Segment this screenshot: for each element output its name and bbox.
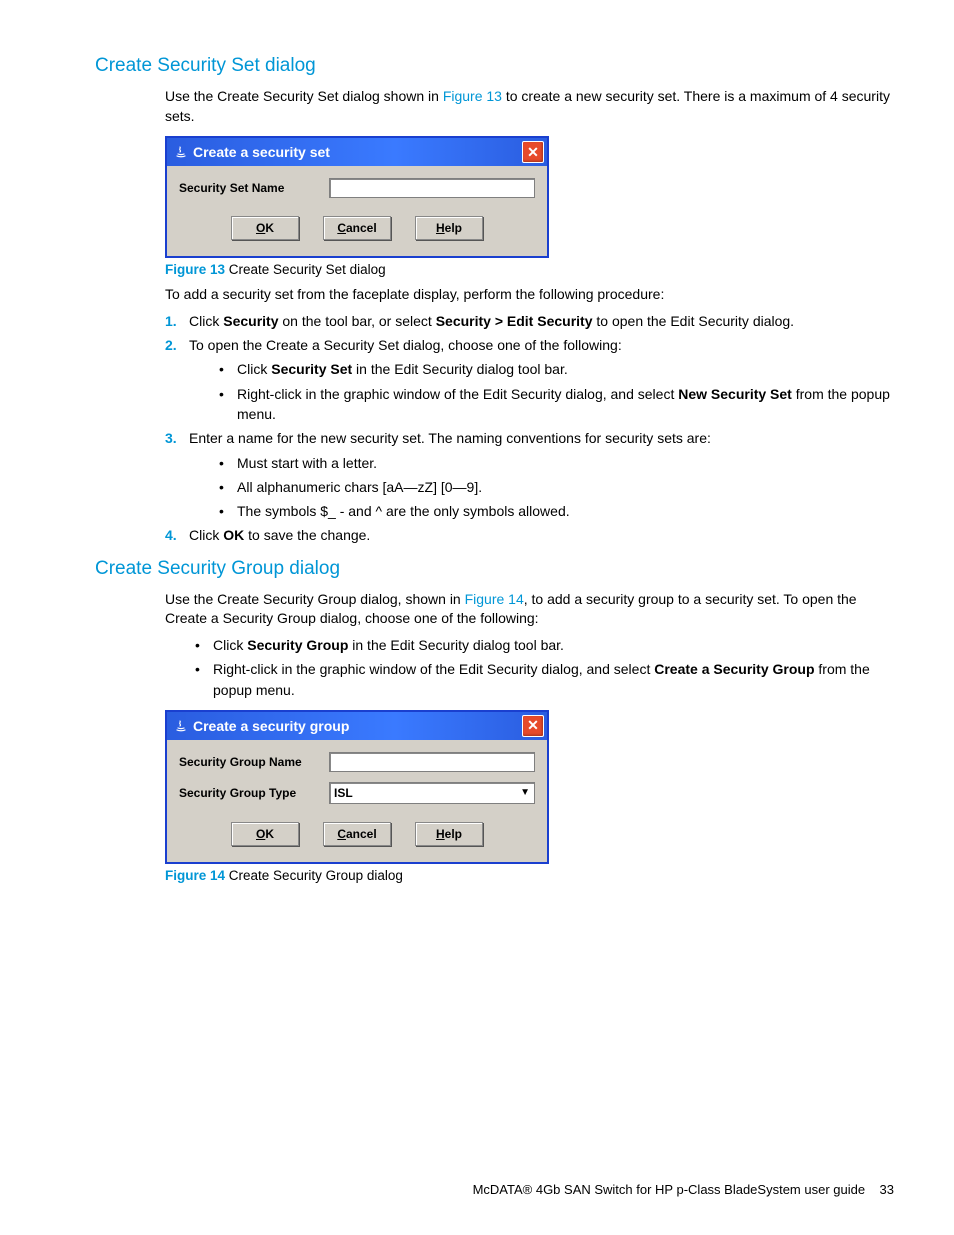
list-item: Click Security Set in the Edit Security … xyxy=(219,359,894,379)
dialog-title: Create a security group xyxy=(193,718,522,734)
footer-title: McDATA® 4Gb SAN Switch for HP p-Class Bl… xyxy=(473,1182,866,1197)
bold-text: Security Set xyxy=(271,361,352,377)
heading-create-security-set: Create Security Set dialog xyxy=(95,55,894,77)
figure-caption: Figure 13 Create Security Set dialog xyxy=(165,262,894,277)
java-icon xyxy=(173,144,189,160)
list-item: Click Security Group in the Edit Securit… xyxy=(195,635,894,655)
list-item: 2. To open the Create a Security Set dia… xyxy=(165,335,894,424)
security-group-name-label: Security Group Name xyxy=(179,755,329,769)
text: Use the Create Security Group dialog, sh… xyxy=(165,591,465,607)
text: to open the Edit Security dialog. xyxy=(593,313,795,329)
figure-link[interactable]: Figure 14 xyxy=(465,591,524,607)
procedure-list: 1. Click Security on the tool bar, or se… xyxy=(165,311,894,546)
create-security-group-dialog: Create a security group ✕ Security Group… xyxy=(165,710,549,864)
security-set-name-label: Security Set Name xyxy=(179,181,329,195)
ok-button[interactable]: OK xyxy=(231,216,299,240)
text: to save the change. xyxy=(244,527,370,543)
text: Click xyxy=(189,527,223,543)
java-icon xyxy=(173,718,189,734)
ok-button[interactable]: OK xyxy=(231,822,299,846)
list-item: Right-click in the graphic window of the… xyxy=(195,659,894,700)
security-group-type-label: Security Group Type xyxy=(179,786,329,800)
text: Use the Create Security Set dialog shown… xyxy=(165,88,443,104)
list-item: The symbols $_ - and ^ are the only symb… xyxy=(219,501,894,521)
text: Right-click in the graphic window of the… xyxy=(213,661,654,677)
text: on the tool bar, or select xyxy=(278,313,435,329)
dialog-titlebar: Create a security group ✕ xyxy=(167,712,547,740)
text: Enter a name for the new security set. T… xyxy=(189,430,711,446)
bold-text: Security > Edit Security xyxy=(436,313,593,329)
bold-text: Create a Security Group xyxy=(654,661,814,677)
security-set-name-input[interactable] xyxy=(329,178,535,198)
list-item: All alphanumeric chars [aA—zZ] [0—9]. xyxy=(219,477,894,497)
bold-text: Security xyxy=(223,313,278,329)
help-button[interactable]: Help xyxy=(415,216,483,240)
create-security-set-dialog: Create a security set ✕ Security Set Nam… xyxy=(165,136,549,258)
heading-create-security-group: Create Security Group dialog xyxy=(95,558,894,580)
text: Click xyxy=(189,313,223,329)
select-value: ISL xyxy=(334,786,353,800)
text: in the Edit Security dialog tool bar. xyxy=(348,637,564,653)
list-item: Must start with a letter. xyxy=(219,453,894,473)
page-footer: McDATA® 4Gb SAN Switch for HP p-Class Bl… xyxy=(473,1182,894,1197)
bold-text: Security Group xyxy=(247,637,348,653)
chevron-down-icon: ▼ xyxy=(520,787,530,798)
text: Click xyxy=(237,361,271,377)
security-group-name-input[interactable] xyxy=(329,752,535,772)
text: in the Edit Security dialog tool bar. xyxy=(352,361,568,377)
text: Click xyxy=(213,637,247,653)
cancel-button[interactable]: Cancel xyxy=(323,216,391,240)
list-item: 3. Enter a name for the new security set… xyxy=(165,428,894,521)
close-icon[interactable]: ✕ xyxy=(522,715,544,737)
list-item: Right-click in the graphic window of the… xyxy=(219,384,894,425)
list-item: 1. Click Security on the tool bar, or se… xyxy=(165,311,894,331)
caption-text: Create Security Group dialog xyxy=(225,868,403,883)
close-icon[interactable]: ✕ xyxy=(522,141,544,163)
caption-label: Figure 13 xyxy=(165,262,225,277)
caption-text: Create Security Set dialog xyxy=(225,262,386,277)
help-button[interactable]: Help xyxy=(415,822,483,846)
page-number: 33 xyxy=(880,1182,894,1197)
document-page: Create Security Set dialog Use the Creat… xyxy=(0,0,954,1235)
text: To open the Create a Security Set dialog… xyxy=(189,337,622,353)
list-item: 4. Click OK to save the change. xyxy=(165,525,894,545)
cancel-button[interactable]: Cancel xyxy=(323,822,391,846)
caption-label: Figure 14 xyxy=(165,868,225,883)
intro-paragraph: Use the Create Security Set dialog shown… xyxy=(165,87,894,126)
figure-caption: Figure 14 Create Security Group dialog xyxy=(165,868,894,883)
lead-text: To add a security set from the faceplate… xyxy=(165,285,894,305)
figure-link[interactable]: Figure 13 xyxy=(443,88,502,104)
dialog-titlebar: Create a security set ✕ xyxy=(167,138,547,166)
intro-paragraph: Use the Create Security Group dialog, sh… xyxy=(165,590,894,629)
security-group-type-select[interactable]: ISL ▼ xyxy=(329,782,535,804)
text: Right-click in the graphic window of the… xyxy=(237,386,678,402)
dialog-title: Create a security set xyxy=(193,144,522,160)
bold-text: OK xyxy=(223,527,244,543)
bold-text: New Security Set xyxy=(678,386,792,402)
